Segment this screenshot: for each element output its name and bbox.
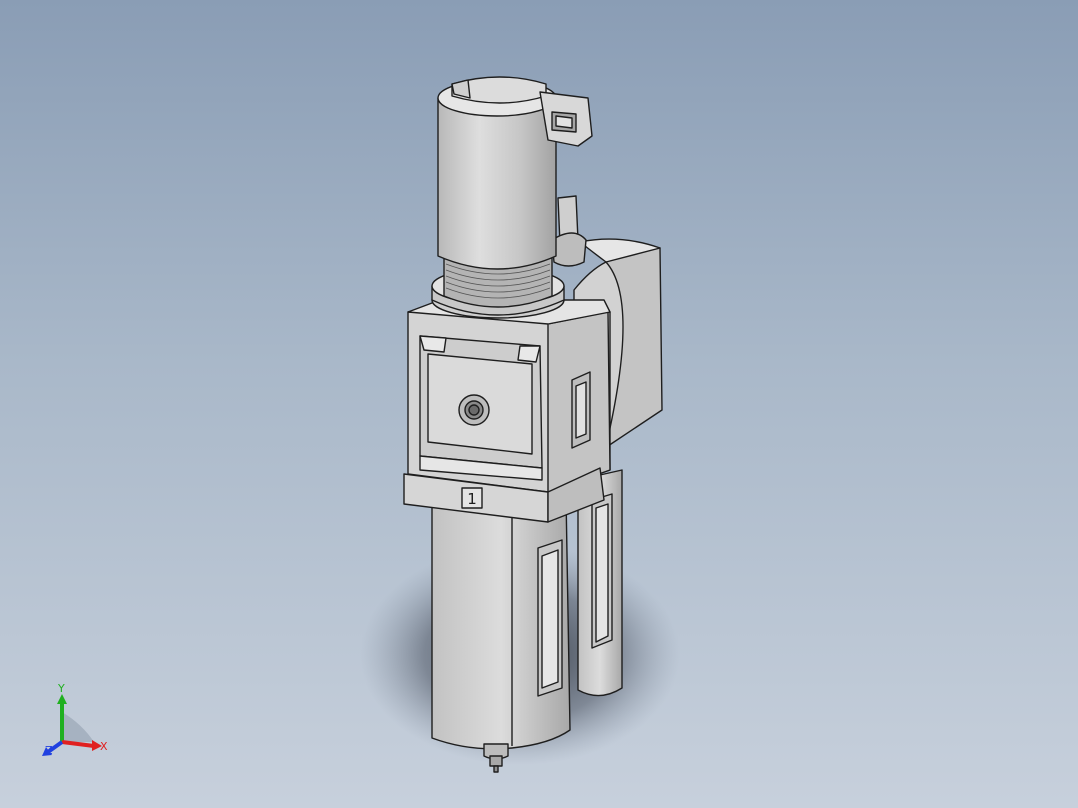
triad-x-label: X xyxy=(100,740,108,753)
triad-x-axis xyxy=(61,740,95,748)
triad-plane xyxy=(62,712,94,742)
reference-triad: Y X Z xyxy=(42,684,108,757)
cad-model-render[interactable]: 1 xyxy=(0,0,1078,808)
graphics-viewport[interactable]: 1 Y X Z xyxy=(0,0,1078,808)
port-label: 1 xyxy=(467,490,477,508)
triad-z-label: Z xyxy=(45,744,53,757)
triad-y-arrow xyxy=(57,694,67,704)
triad-y-label: Y xyxy=(57,684,65,695)
